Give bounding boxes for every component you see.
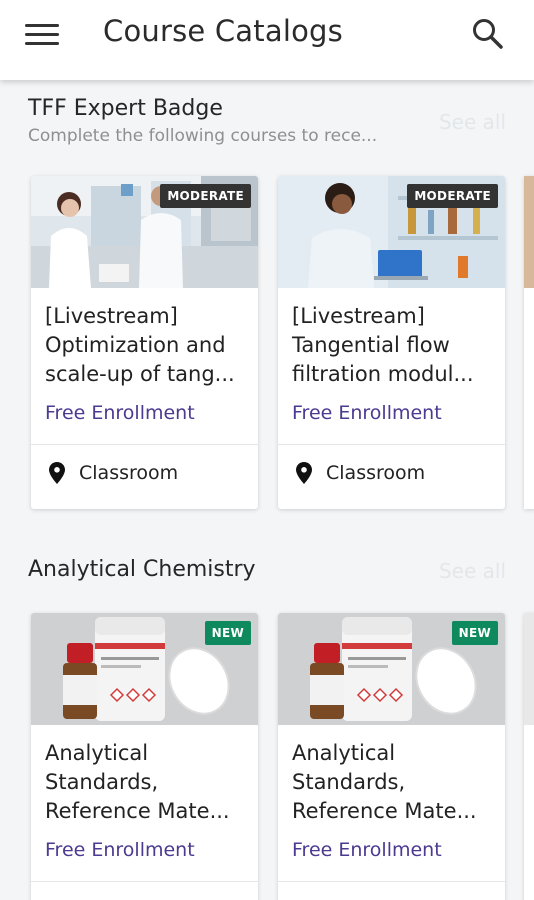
course-card[interactable]: NEW Analytical Standards, Reference Mate… [278,613,505,900]
new-badge: NEW [451,621,498,645]
divider [278,881,505,882]
divider [31,881,258,882]
course-price: Free Enrollment [45,839,195,861]
page-title: Course Catalogs [103,14,343,48]
course-title: Analytical Standards, Reference Mate... [292,741,477,823]
course-image: NEW [31,613,258,725]
course-title: Analytical Standards, Reference Mate... [45,741,230,823]
search-icon[interactable] [468,14,508,54]
section-analytical-chemistry: Analytical Chemistry See all NEW Analyti [0,0,534,900]
section-title: Analytical Chemistry [28,557,256,582]
hamburger-menu-icon[interactable] [22,20,62,50]
course-image: NEW [278,613,505,725]
next-card-peek[interactable] [524,613,534,900]
app-bar: Course Catalogs [0,0,534,80]
course-price: Free Enrollment [292,839,442,861]
see-all-link[interactable]: See all [439,559,506,583]
new-badge: NEW [204,621,251,645]
course-card[interactable]: NEW Analytical Standards, Reference Mate… [31,613,258,900]
